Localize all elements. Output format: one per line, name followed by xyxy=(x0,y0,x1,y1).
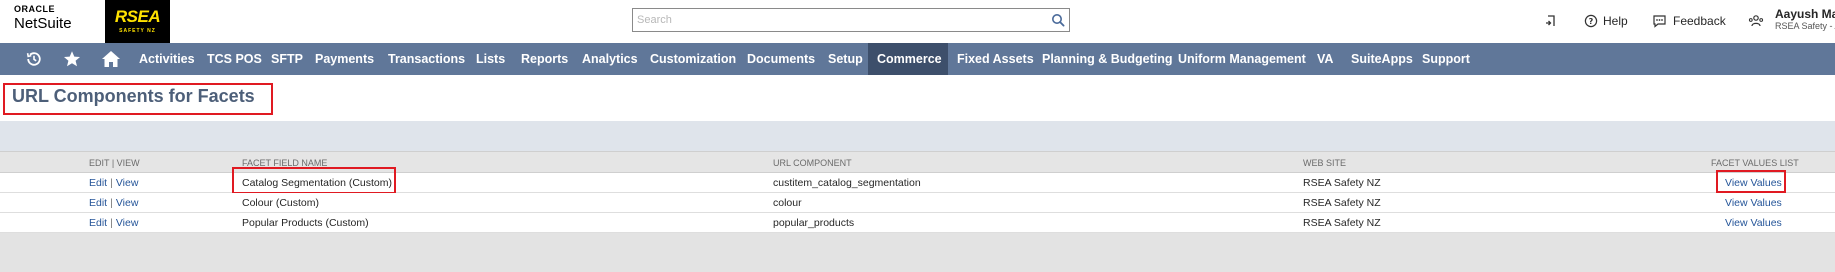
global-search xyxy=(632,8,1070,32)
nav-fixed-assets[interactable]: Fixed Assets xyxy=(948,43,1043,75)
separator: | xyxy=(110,197,113,209)
netsuite-label: NetSuite xyxy=(14,15,72,32)
user-role: RSEA Safety - A xyxy=(1775,21,1835,31)
col-header-url-component[interactable]: URL COMPONENT xyxy=(773,158,852,168)
nav-analytics[interactable]: Analytics xyxy=(573,43,647,75)
user-name: Aayush Ma xyxy=(1775,7,1835,21)
highlight-box xyxy=(3,83,273,115)
help-label: Help xyxy=(1603,14,1628,28)
user-menu[interactable]: Aayush Ma RSEA Safety - A xyxy=(1775,8,1835,31)
edit-link[interactable]: Edit xyxy=(89,177,107,189)
main-navigation: Activities TCS POS SFTP Payments Transac… xyxy=(0,43,1835,75)
view-link[interactable]: View xyxy=(116,217,139,229)
recent-history-icon[interactable] xyxy=(25,50,43,68)
home-icon[interactable] xyxy=(101,49,121,69)
url-component-cell: colour xyxy=(773,197,802,209)
nav-setup[interactable]: Setup xyxy=(819,43,872,75)
nav-support[interactable]: Support xyxy=(1413,43,1479,75)
toolbar-band xyxy=(0,121,1835,151)
nav-activities[interactable]: Activities xyxy=(130,43,204,75)
nav-uniform-management[interactable]: Uniform Management xyxy=(1169,43,1315,75)
nav-transactions[interactable]: Transactions xyxy=(379,43,474,75)
web-site-cell: RSEA Safety NZ xyxy=(1303,217,1381,229)
star-icon[interactable] xyxy=(63,50,81,68)
view-link[interactable]: View xyxy=(116,177,139,189)
web-site-cell: RSEA Safety NZ xyxy=(1303,177,1381,189)
nav-sftp[interactable]: SFTP xyxy=(262,43,312,75)
view-values-link[interactable]: View Values xyxy=(1725,217,1782,229)
search-input[interactable] xyxy=(633,9,1037,31)
brand-sub: SAFETY NZ xyxy=(119,28,156,34)
nav-commerce[interactable]: Commerce xyxy=(868,43,948,75)
edit-view-cell: Edit | View xyxy=(89,197,138,209)
edit-link[interactable]: Edit xyxy=(89,197,107,209)
nav-planning-budgeting[interactable]: Planning & Budgeting xyxy=(1033,43,1182,75)
svg-text:?: ? xyxy=(1589,17,1594,26)
top-header: ORACLE NetSuite RSEA SAFETY NZ ? Help xyxy=(0,0,1835,43)
search-icon[interactable] xyxy=(1051,13,1065,27)
col-header-web-site[interactable]: WEB SITE xyxy=(1303,158,1346,168)
recent-records-icon xyxy=(1546,15,1555,26)
table-row: Edit | View Colour (Custom) colour RSEA Sa… xyxy=(0,193,1835,213)
nav-payments[interactable]: Payments xyxy=(306,43,383,75)
web-site-cell: RSEA Safety NZ xyxy=(1303,197,1381,209)
company-logo[interactable]: RSEA SAFETY NZ xyxy=(105,0,170,43)
facet-field-name-cell: Colour (Custom) xyxy=(242,197,320,209)
highlight-box xyxy=(232,167,396,194)
feedback-button[interactable]: Feedback xyxy=(1652,13,1726,29)
nav-suiteapps[interactable]: SuiteApps xyxy=(1342,43,1422,75)
feedback-label: Feedback xyxy=(1673,14,1726,28)
nav-lists[interactable]: Lists xyxy=(467,43,514,75)
col-header-edit-view: EDIT | VIEW xyxy=(89,158,140,168)
oracle-label: ORACLE xyxy=(14,4,55,14)
facet-field-name-cell: Popular Products (Custom) xyxy=(242,217,369,229)
roles-icon xyxy=(1748,15,1764,27)
table-row: Edit | View Popular Products (Custom) popu… xyxy=(0,213,1835,233)
nav-va[interactable]: VA xyxy=(1308,43,1342,75)
brand-name: RSEA xyxy=(114,7,161,26)
nav-documents[interactable]: Documents xyxy=(738,43,824,75)
feedback-icon xyxy=(1653,15,1666,28)
nav-reports[interactable]: Reports xyxy=(512,43,577,75)
edit-view-cell: Edit | View xyxy=(89,177,138,189)
highlight-box xyxy=(1716,170,1786,193)
url-component-cell: custitem_catalog_segmentation xyxy=(773,177,921,189)
netsuite-logo[interactable]: ORACLE NetSuite xyxy=(14,4,72,32)
separator: | xyxy=(110,217,113,229)
edit-view-cell: Edit | View xyxy=(89,217,138,229)
nav-customization[interactable]: Customization xyxy=(641,43,745,75)
edit-link[interactable]: Edit xyxy=(89,217,107,229)
col-header-facet-values-list: FACET VALUES LIST xyxy=(1711,158,1799,168)
view-link[interactable]: View xyxy=(116,197,139,209)
help-icon: ? xyxy=(1584,14,1598,28)
separator: | xyxy=(110,177,113,189)
nav-tcs-pos[interactable]: TCS POS xyxy=(198,43,271,75)
help-button[interactable]: ? Help xyxy=(1584,13,1628,29)
view-values-link[interactable]: View Values xyxy=(1725,197,1782,209)
url-component-cell: popular_products xyxy=(773,217,855,229)
page-header: URL Components for Facets xyxy=(0,75,1835,121)
